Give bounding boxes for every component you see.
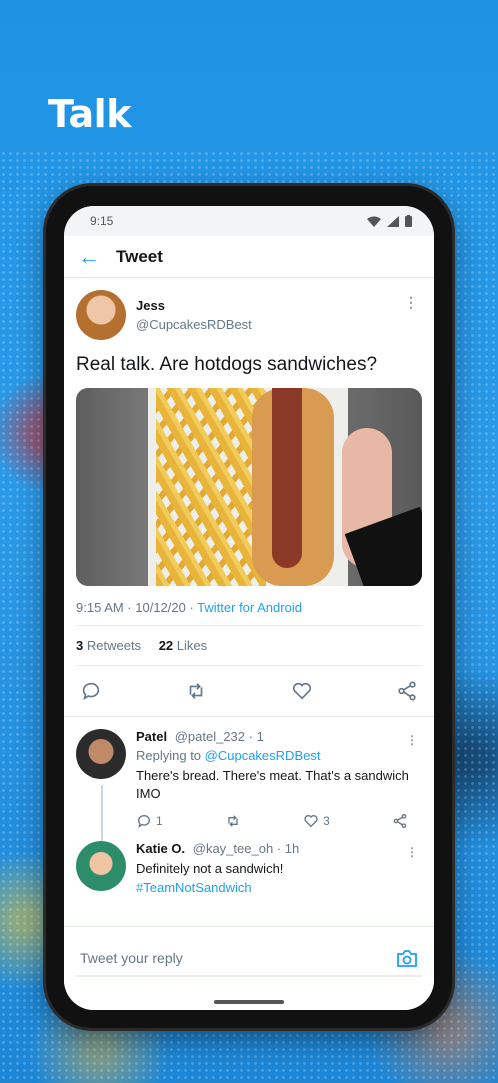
retweets-label: Retweets	[86, 638, 142, 653]
phone-screen: 9:15 ← Tweet Jess @CupcakesRDBest ⋮ Real…	[64, 206, 434, 1010]
avatar[interactable]	[76, 729, 126, 779]
like-icon	[304, 815, 318, 828]
home-indicator	[214, 1000, 284, 1004]
author-handle: @CupcakesRDBest	[136, 317, 252, 332]
reply-input[interactable]: Tweet your reply	[76, 941, 422, 977]
reply-header: Patel @patel_232 · 1	[136, 729, 422, 744]
back-arrow-icon[interactable]: ←	[78, 245, 100, 268]
reply-author-handle: @patel_232	[174, 729, 246, 744]
hotdog-graphic	[272, 388, 302, 568]
reply-input-placeholder: Tweet your reply	[80, 950, 183, 966]
reply-text: Definitely not a sandwich! #TeamNotSandw…	[136, 860, 422, 896]
reply-tweet[interactable]: Katie O. @kay_tee_oh · 1h Definitely not…	[64, 829, 434, 896]
timestamp-text: 9:15 AM · 10/12/20 ·	[76, 600, 198, 615]
reply-icon	[138, 815, 150, 829]
share-icon	[393, 814, 407, 829]
likes-label: Likes	[176, 638, 208, 653]
likes-count: 22	[158, 638, 174, 653]
reply-share-button[interactable]	[392, 813, 408, 829]
reply-avatar-column	[76, 729, 128, 857]
share-icon[interactable]	[396, 680, 418, 702]
reply-time: · 1h	[276, 841, 300, 857]
avatar[interactable]	[76, 841, 126, 892]
reply-tweet[interactable]: Patel @patel_232 · 1 Replying to @Cupcak…	[64, 717, 434, 857]
reply-like-button[interactable]: 3	[303, 813, 330, 829]
reply-count: 1	[156, 814, 163, 829]
likes-stat[interactable]: 22 Likes	[159, 638, 207, 653]
reply-text: There's bread. There's meat. That's a sa…	[136, 768, 409, 802]
replying-to: Replying to @CupcakesRDBest	[136, 748, 422, 763]
phone-frame: 9:15 ← Tweet Jess @CupcakesRDBest ⋮ Real…	[46, 186, 452, 1028]
more-icon[interactable]: ⋮	[406, 845, 418, 859]
reply-icon[interactable]	[80, 680, 102, 702]
promo-headline: Talk	[48, 92, 131, 136]
tweet-author: Jess @CupcakesRDBest	[76, 290, 422, 340]
like-icon[interactable]	[291, 680, 313, 702]
reply-composer: Tweet your reply	[64, 926, 434, 1010]
reply-author-name[interactable]: Katie O.	[136, 841, 185, 856]
reply-author-handle: @kay_tee_oh	[192, 841, 274, 857]
status-icons	[367, 215, 412, 227]
reply-avatar-column	[76, 841, 128, 896]
more-icon[interactable]: ⋮	[404, 294, 418, 311]
like-count: 3	[323, 814, 330, 829]
tweet-text: Real talk. Are hotdogs sandwiches?	[76, 354, 378, 375]
client-link[interactable]: Twitter for Android	[197, 600, 302, 615]
avatar[interactable]	[76, 290, 126, 340]
main-tweet: Jess @CupcakesRDBest ⋮ Real talk. Are ho…	[64, 278, 434, 717]
reply-reply-button[interactable]: 1	[136, 813, 163, 829]
replying-to-link[interactable]: @CupcakesRDBest	[205, 748, 321, 763]
reply-header: Katie O. @kay_tee_oh · 1h	[136, 841, 422, 856]
more-icon[interactable]: ⋮	[406, 733, 418, 747]
fries-graphic	[156, 388, 266, 586]
reply-retweet-button[interactable]	[225, 813, 241, 829]
reply-body: Katie O. @kay_tee_oh · 1h Definitely not…	[136, 841, 422, 896]
wifi-icon	[367, 216, 381, 227]
battery-icon	[405, 215, 412, 227]
tweet-actions	[64, 666, 434, 717]
tweet-stats: 3 Retweets 22 Likes	[76, 626, 422, 666]
status-time: 9:15	[90, 214, 114, 228]
tweet-timestamp: 9:15 AM · 10/12/20 · Twitter for Android	[76, 600, 422, 626]
reply-text-body: Definitely not a sandwich!	[136, 861, 284, 877]
retweets-count: 3	[76, 638, 84, 653]
reply-time: · 1	[248, 729, 264, 744]
author-name[interactable]: Jess	[136, 298, 252, 313]
retweet-icon	[228, 815, 238, 828]
reply-body: Patel @patel_232 · 1 Replying to @Cupcak…	[136, 729, 422, 829]
camera-icon[interactable]	[396, 948, 418, 968]
reply-actions: 1 3	[136, 813, 422, 829]
reply-author-name[interactable]: Patel	[136, 729, 167, 744]
replying-prefix: Replying to	[136, 748, 205, 763]
retweets-stat[interactable]: 3 Retweets	[76, 638, 141, 653]
hashtag-link[interactable]: #TeamNotSandwich	[136, 880, 252, 895]
tweet-media-image[interactable]	[76, 388, 422, 586]
status-bar: 9:15	[64, 206, 434, 236]
top-app-bar: ← Tweet	[64, 236, 434, 278]
retweet-icon[interactable]	[185, 680, 207, 702]
author-meta: Jess @CupcakesRDBest	[136, 298, 252, 332]
page-title: Tweet	[116, 246, 163, 266]
signal-icon	[387, 215, 399, 227]
